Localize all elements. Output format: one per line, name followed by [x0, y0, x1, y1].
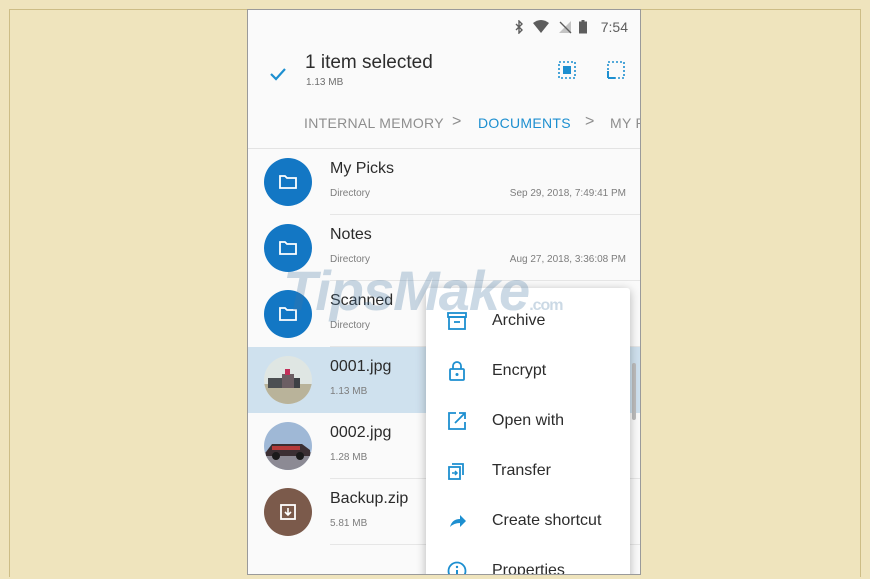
- breadcrumb-separator-icon: >: [585, 113, 595, 130]
- beach-photo-thumbnail: [264, 356, 312, 404]
- scrollbar[interactable]: [632, 363, 636, 420]
- watermark-text: TipsMake: [283, 259, 530, 322]
- file-meta: 1.28 MB: [330, 452, 368, 463]
- menu-item-open-with[interactable]: Open with: [426, 396, 630, 446]
- no-signal-icon: [559, 21, 572, 34]
- menu-item-create-shortcut[interactable]: Create shortcut: [426, 496, 630, 546]
- breadcrumb-separator-icon: >: [452, 113, 462, 130]
- check-icon[interactable]: [268, 64, 288, 84]
- image-thumbnail: [264, 356, 312, 404]
- file-name: 0001.jpg: [330, 358, 392, 375]
- selection-size: 1.13 MB: [306, 77, 344, 88]
- file-meta: Directory: [330, 188, 371, 199]
- menu-label: Create shortcut: [492, 512, 602, 529]
- file-meta: 1.13 MB: [330, 386, 368, 397]
- menu-label: Encrypt: [492, 362, 547, 379]
- breadcrumb-my-picks[interactable]: MY P: [610, 115, 640, 131]
- menu-item-encrypt[interactable]: Encrypt: [426, 346, 630, 396]
- context-menu: Archive Encrypt Open with Transfer Creat…: [426, 288, 630, 575]
- transfer-icon: [448, 463, 464, 480]
- battery-icon: [579, 20, 587, 34]
- menu-label: Transfer: [492, 462, 551, 479]
- breadcrumb-internal-memory[interactable]: INTERNAL MEMORY: [304, 115, 444, 131]
- menu-label: Properties: [492, 562, 565, 575]
- select-all-icon[interactable]: [556, 59, 578, 81]
- shortcut-arrow-icon: [450, 515, 466, 527]
- selection-title: 1 item selected: [305, 52, 433, 73]
- car-photo-thumbnail: [264, 422, 312, 470]
- status-time: 7:54: [600, 19, 628, 35]
- lock-icon: [449, 361, 465, 381]
- menu-item-transfer[interactable]: Transfer: [426, 446, 630, 496]
- folder-avatar: [264, 158, 312, 206]
- file-name: Backup.zip: [330, 490, 409, 507]
- open-external-icon: [448, 412, 466, 430]
- select-inverse-icon[interactable]: [605, 59, 627, 81]
- selection-app-bar: 1 item selected 1.13 MB: [248, 46, 640, 102]
- image-thumbnail: [264, 422, 312, 470]
- folder-icon: [279, 175, 297, 189]
- file-date: Sep 29, 2018, 7:49:41 PM: [509, 188, 626, 199]
- menu-label: Open with: [492, 412, 565, 429]
- file-name: My Picks: [330, 160, 394, 177]
- menu-item-properties[interactable]: Properties: [426, 546, 630, 575]
- zip-avatar: [264, 488, 312, 536]
- wifi-icon: [533, 20, 549, 33]
- info-icon: [447, 561, 467, 574]
- bluetooth-icon: [515, 20, 523, 34]
- file-meta: 5.81 MB: [330, 518, 368, 529]
- file-row-my-picks[interactable]: My Picks Directory Sep 29, 2018, 7:49:41…: [248, 149, 640, 215]
- archive-file-icon: [280, 504, 296, 520]
- file-name: Notes: [330, 226, 372, 243]
- status-bar: 7:54: [248, 10, 640, 46]
- breadcrumb: INTERNAL MEMORY > DOCUMENTS > MY P: [248, 102, 640, 149]
- file-name: 0002.jpg: [330, 424, 392, 441]
- watermark-suffix: .com: [529, 297, 563, 314]
- breadcrumb-documents[interactable]: DOCUMENTS: [478, 115, 571, 131]
- watermark-logo: TipsMake.com: [283, 258, 564, 323]
